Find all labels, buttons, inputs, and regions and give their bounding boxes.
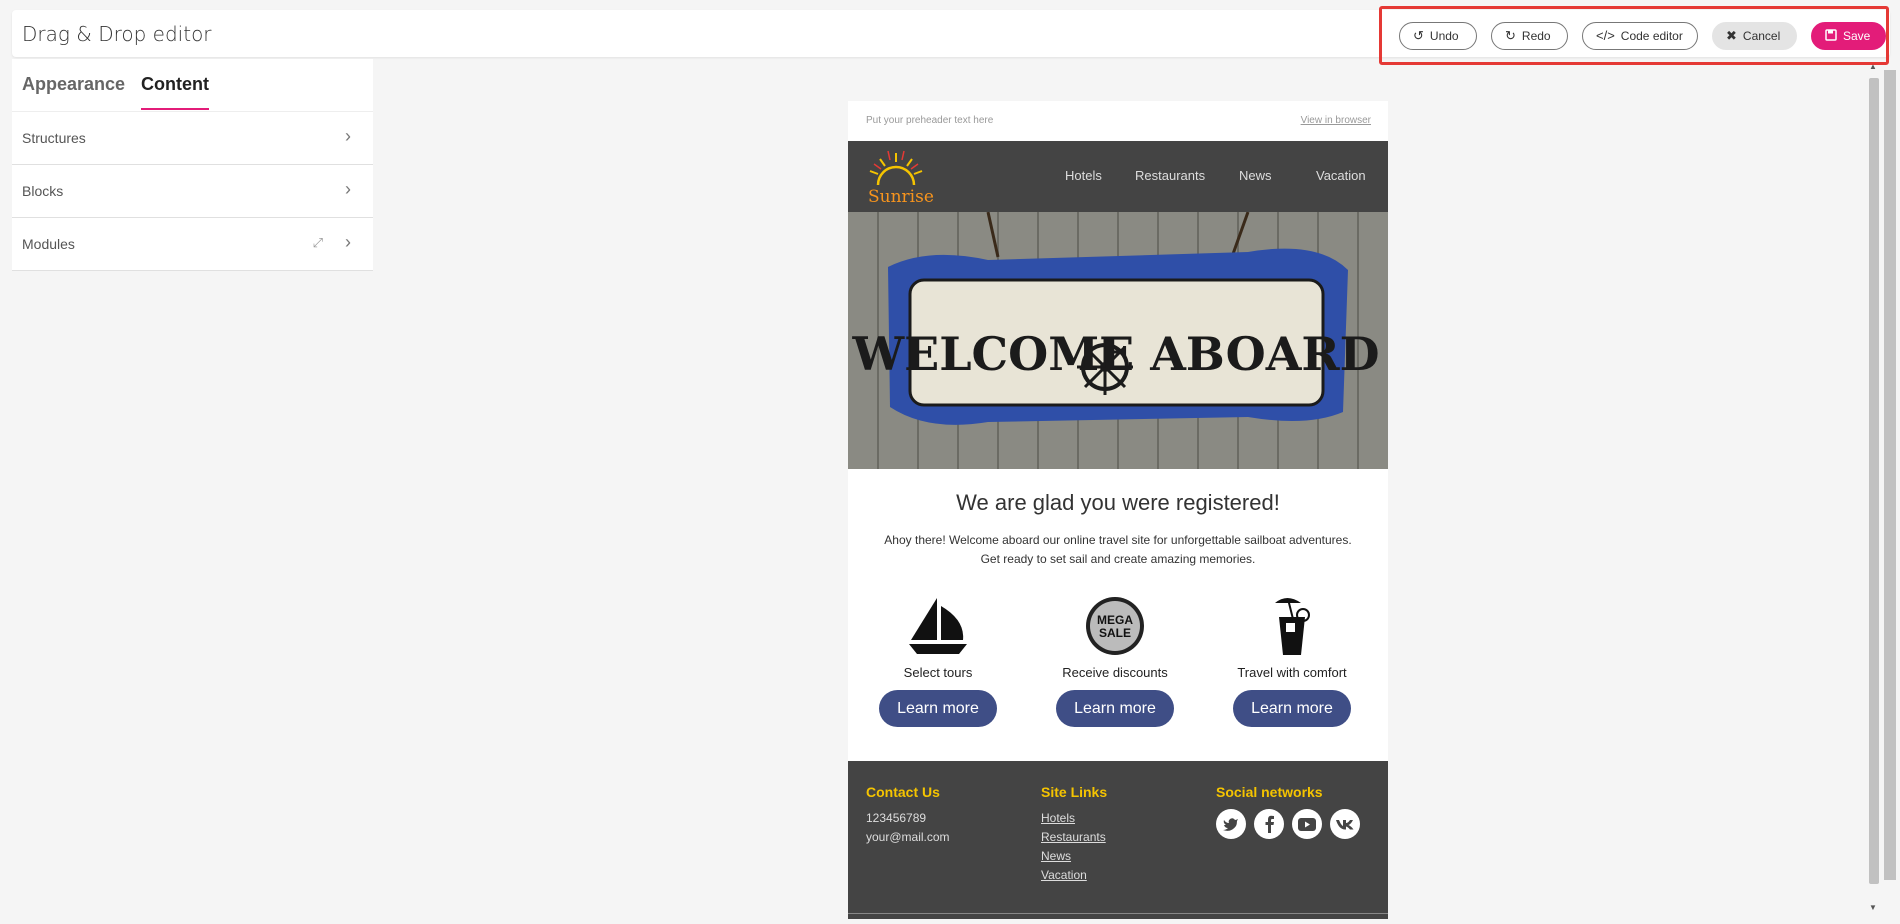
active-tab-indicator — [141, 108, 209, 110]
chevron-right-icon: › — [345, 126, 351, 146]
sunrise-logo: Sunrise — [866, 149, 936, 207]
floppy-disk-icon — [1825, 28, 1837, 43]
footer-link-news[interactable]: News — [1041, 847, 1107, 866]
email-canvas[interactable]: Put your preheader text here View in bro… — [848, 101, 1388, 919]
page-scrollbar-thumb[interactable] — [1884, 70, 1896, 880]
footer-phone: 123456789 — [866, 811, 927, 825]
scrollbar-thumb[interactable] — [1869, 78, 1879, 884]
canvas-scrollbar[interactable]: ▲ ▼ — [1865, 62, 1882, 924]
footer-link-restaurants[interactable]: Restaurants — [1041, 828, 1107, 847]
panel-item-modules[interactable]: Modules ⤢ › — [12, 218, 373, 271]
preheader-row: Put your preheader text here View in bro… — [848, 101, 1388, 141]
hero-sign-text: WELCOME ABOARD — [851, 327, 1379, 381]
view-in-browser-link[interactable]: View in browser — [1301, 115, 1371, 126]
footer-social: Social networks — [1216, 784, 1360, 839]
code-editor-button[interactable]: </> Code editor — [1582, 21, 1698, 50]
scroll-down-icon[interactable]: ▼ — [1869, 903, 1877, 912]
vk-icon[interactable] — [1330, 809, 1360, 839]
footer-divider — [848, 913, 1388, 914]
feature-select-tours: Select tours Learn more — [858, 593, 1018, 727]
youtube-icon[interactable] — [1292, 809, 1322, 839]
redo-button[interactable]: ↻ Redo — [1491, 21, 1568, 50]
nav-news[interactable]: News — [1239, 168, 1272, 183]
left-panel: Appearance Content Structures › Blocks ›… — [12, 59, 373, 271]
footer-site-links: Site Links Hotels Restaurants News Vacat… — [1041, 784, 1107, 885]
email-footer: Contact Us 123456789 your@mail.com Site … — [848, 761, 1388, 919]
svg-text:SALE: SALE — [1099, 626, 1131, 640]
undo-button[interactable]: ↺ Undo — [1399, 21, 1477, 50]
learn-more-button[interactable]: Learn more — [879, 690, 997, 727]
svg-text:MEGA: MEGA — [1097, 613, 1133, 627]
sun-icon — [869, 150, 923, 186]
feature-travel-comfort: Travel with comfort Learn more — [1212, 593, 1372, 727]
editor-toolbar: ↺ Undo ↻ Redo </> Code editor ✖ Cancel S… — [1379, 6, 1889, 65]
preheader-text[interactable]: Put your preheader text here — [866, 115, 993, 126]
learn-more-button[interactable]: Learn more — [1233, 690, 1351, 727]
panel-item-blocks[interactable]: Blocks › — [12, 165, 373, 218]
nav-restaurants[interactable]: Restaurants — [1135, 168, 1205, 183]
hero-image[interactable]: WELCOME ABOARD — [848, 212, 1388, 469]
chevron-right-icon: › — [345, 232, 351, 252]
scroll-up-icon[interactable]: ▲ — [1869, 62, 1877, 71]
chevron-right-icon: › — [345, 179, 351, 199]
tab-appearance[interactable]: Appearance — [22, 74, 125, 95]
nav-vacation[interactable]: Vacation — [1316, 168, 1366, 183]
save-button[interactable]: Save — [1811, 21, 1886, 50]
nav-hotels[interactable]: Hotels — [1065, 168, 1102, 183]
expand-icon[interactable]: ⤢ — [313, 235, 323, 251]
welcome-heading[interactable]: We are glad you were registered! — [848, 490, 1388, 516]
redo-icon: ↻ — [1505, 28, 1516, 43]
sailboat-icon — [858, 593, 1018, 659]
cancel-button[interactable]: ✖ Cancel — [1712, 21, 1797, 50]
cocktail-icon — [1212, 593, 1372, 659]
undo-icon: ↺ — [1413, 28, 1424, 43]
facebook-icon[interactable] — [1254, 809, 1284, 839]
footer-link-hotels[interactable]: Hotels — [1041, 809, 1107, 828]
footer-email[interactable]: your@mail.com — [866, 828, 950, 847]
panel-item-structures[interactable]: Structures › — [12, 112, 373, 165]
learn-more-button[interactable]: Learn more — [1056, 690, 1174, 727]
feature-receive-discounts: MEGA SALE Receive discounts Learn more — [1035, 593, 1195, 727]
footer-link-vacation[interactable]: Vacation — [1041, 866, 1107, 885]
email-header: Sunrise Hotels Restaurants News Vacation — [848, 141, 1388, 212]
footer-contact: Contact Us 123456789 your@mail.com — [866, 784, 950, 847]
mega-sale-icon: MEGA SALE — [1035, 593, 1195, 659]
welcome-paragraph[interactable]: Ahoy there! Welcome aboard our online tr… — [863, 531, 1373, 569]
code-icon: </> — [1596, 28, 1615, 43]
panel-tabs: Appearance Content — [12, 59, 373, 112]
tab-content[interactable]: Content — [141, 74, 209, 110]
close-icon: ✖ — [1726, 28, 1737, 43]
editor-title: Drag & Drop editor — [22, 22, 212, 46]
twitter-icon[interactable] — [1216, 809, 1246, 839]
